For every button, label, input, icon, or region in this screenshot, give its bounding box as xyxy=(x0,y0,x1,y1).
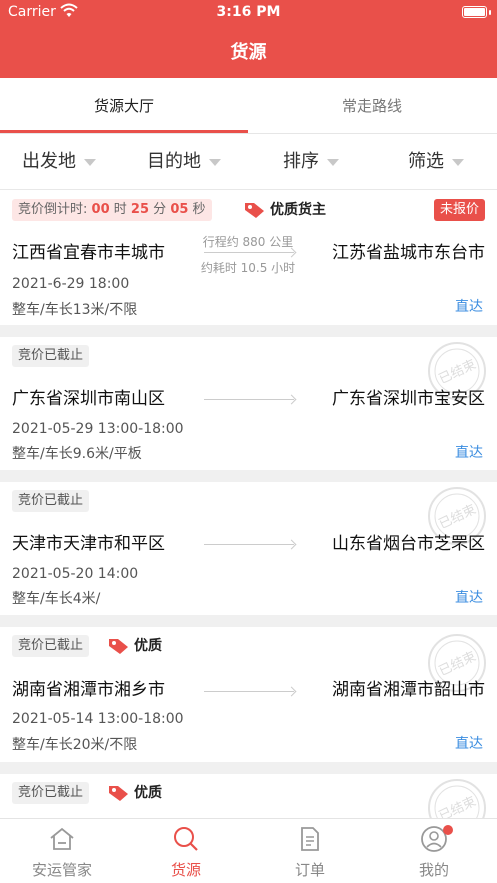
arrow-right-icon xyxy=(204,252,294,253)
destination-address: 江苏省盐城市东台市 xyxy=(332,243,485,263)
cargo-card[interactable]: 竞价已截止 优质 已结束 湖南省湘潭市湘乡市 湖南省湘潭市韶山市 2021-05… xyxy=(0,627,497,762)
home-icon xyxy=(50,827,74,850)
filter-screen-label: 筛选 xyxy=(408,151,444,172)
caret-down-icon xyxy=(209,158,221,166)
tabbar-label-profile: 我的 xyxy=(418,861,449,879)
svg-text:已结束: 已结束 xyxy=(437,357,479,387)
arrow-right-icon xyxy=(204,399,294,400)
battery-icon xyxy=(462,6,487,18)
tabbar-label-home: 安运管家 xyxy=(31,861,92,879)
route-type: 直达 xyxy=(455,445,483,461)
segment-tabs: 货源大厅 常走路线 xyxy=(0,78,497,134)
load-date: 2021-05-20 14:00 xyxy=(12,566,139,582)
destination-address: 山东省烟台市芝罘区 xyxy=(332,534,485,554)
bottom-tab-bar: 安运管家 货源 订单 我的 xyxy=(0,818,497,883)
destination-address: 湖南省湘潭市韶山市 xyxy=(332,680,485,700)
caret-down-icon xyxy=(84,158,96,166)
tabbar-item-orders[interactable]: 订单 xyxy=(248,819,372,883)
caret-down-icon xyxy=(327,158,339,166)
status-time: 3:16 PM xyxy=(216,4,281,20)
cargo-card[interactable]: 竞价已截止 已结束 广东省深圳市南山区 广东省深圳市宝安区 2021-05-29… xyxy=(0,337,497,470)
cargo-list: 竞价倒计时: 00 时 25 分 05 秒 优质货主 未报价 江西省宜春市丰城市… xyxy=(0,190,497,818)
route-type: 直达 xyxy=(455,590,483,606)
cargo-card[interactable]: 竞价已截止 优质 已结束 xyxy=(0,774,497,818)
origin-address: 江西省宜春市丰城市 xyxy=(12,243,165,263)
vehicle-spec: 整车/车长4米/ xyxy=(12,591,101,607)
tag-icon xyxy=(109,639,128,654)
filter-destination[interactable]: 目的地 xyxy=(147,134,221,190)
tabbar-label-cargo: 货源 xyxy=(170,861,201,879)
search-icon xyxy=(174,827,198,851)
status-badge: 竞价已截止 xyxy=(12,635,90,657)
filter-origin[interactable]: 出发地 xyxy=(22,134,96,190)
filter-sort-label: 排序 xyxy=(283,151,319,172)
status-badge: 竞价已截止 xyxy=(12,345,90,367)
svg-text:已结束: 已结束 xyxy=(437,794,479,818)
status-badge: 竞价已截止 xyxy=(12,782,90,804)
tab-frequent-routes[interactable]: 常走路线 xyxy=(248,78,496,134)
cargo-card[interactable]: 竞价已截止 已结束 天津市天津市和平区 山东省烟台市芝罘区 2021-05-20… xyxy=(0,482,497,615)
tag-icon xyxy=(109,786,128,801)
notification-dot xyxy=(443,825,453,835)
ended-stamp-icon: 已结束 xyxy=(428,779,486,818)
countdown-badge: 竞价倒计时: 00 时 25 分 05 秒 xyxy=(12,199,212,221)
svg-text:已结束: 已结束 xyxy=(437,502,479,532)
document-icon xyxy=(301,827,319,851)
load-date: 2021-05-29 13:00-18:00 xyxy=(12,421,184,437)
app-header: Carrier 3:16 PM 货源 xyxy=(0,0,497,78)
tabbar-label-orders: 订单 xyxy=(294,861,325,879)
tag-icon xyxy=(245,203,264,218)
route-type: 直达 xyxy=(455,736,483,752)
load-date: 2021-6-29 18:00 xyxy=(12,276,130,292)
premium-tag: 优质货主 xyxy=(244,199,326,221)
status-bar: Carrier 3:16 PM xyxy=(0,3,497,24)
filter-screen[interactable]: 筛选 xyxy=(408,134,464,190)
duration-text: 约耗时 10.5 小时 xyxy=(200,261,296,275)
active-tab-indicator xyxy=(0,130,248,133)
tabbar-item-home[interactable]: 安运管家 xyxy=(0,819,124,883)
tabbar-item-cargo[interactable]: 货源 xyxy=(124,819,248,883)
arrow-right-icon xyxy=(204,691,294,692)
cargo-card[interactable]: 竞价倒计时: 00 时 25 分 05 秒 优质货主 未报价 江西省宜春市丰城市… xyxy=(0,190,497,325)
distance-text: 行程约 880 公里 xyxy=(202,235,294,249)
filter-bar: 出发地 目的地 排序 筛选 xyxy=(0,134,497,190)
premium-tag: 优质 xyxy=(108,782,162,804)
origin-address: 天津市天津市和平区 xyxy=(12,534,165,554)
tabbar-item-profile[interactable]: 我的 xyxy=(372,819,496,883)
arrow-right-icon xyxy=(204,544,294,545)
origin-address: 湖南省湘潭市湘乡市 xyxy=(12,680,165,700)
filter-destination-label: 目的地 xyxy=(147,151,201,172)
vehicle-spec: 整车/车长9.6米/平板 xyxy=(12,446,142,462)
filter-sort[interactable]: 排序 xyxy=(283,134,339,190)
filter-origin-label: 出发地 xyxy=(22,151,76,172)
origin-address: 广东省深圳市南山区 xyxy=(12,389,165,409)
load-date: 2021-05-14 13:00-18:00 xyxy=(12,711,184,727)
route-type: 直达 xyxy=(455,299,483,315)
quote-status-badge: 未报价 xyxy=(433,199,485,221)
vehicle-spec: 整车/车长13米/不限 xyxy=(12,302,138,318)
caret-down-icon xyxy=(452,158,464,166)
page-title: 货源 xyxy=(230,42,267,63)
status-badge: 竞价已截止 xyxy=(12,490,90,512)
vehicle-spec: 整车/车长20米/不限 xyxy=(12,737,138,753)
tab-cargo-hall[interactable]: 货源大厅 xyxy=(0,78,248,134)
premium-tag: 优质 xyxy=(108,635,162,657)
destination-address: 广东省深圳市宝安区 xyxy=(332,389,485,409)
